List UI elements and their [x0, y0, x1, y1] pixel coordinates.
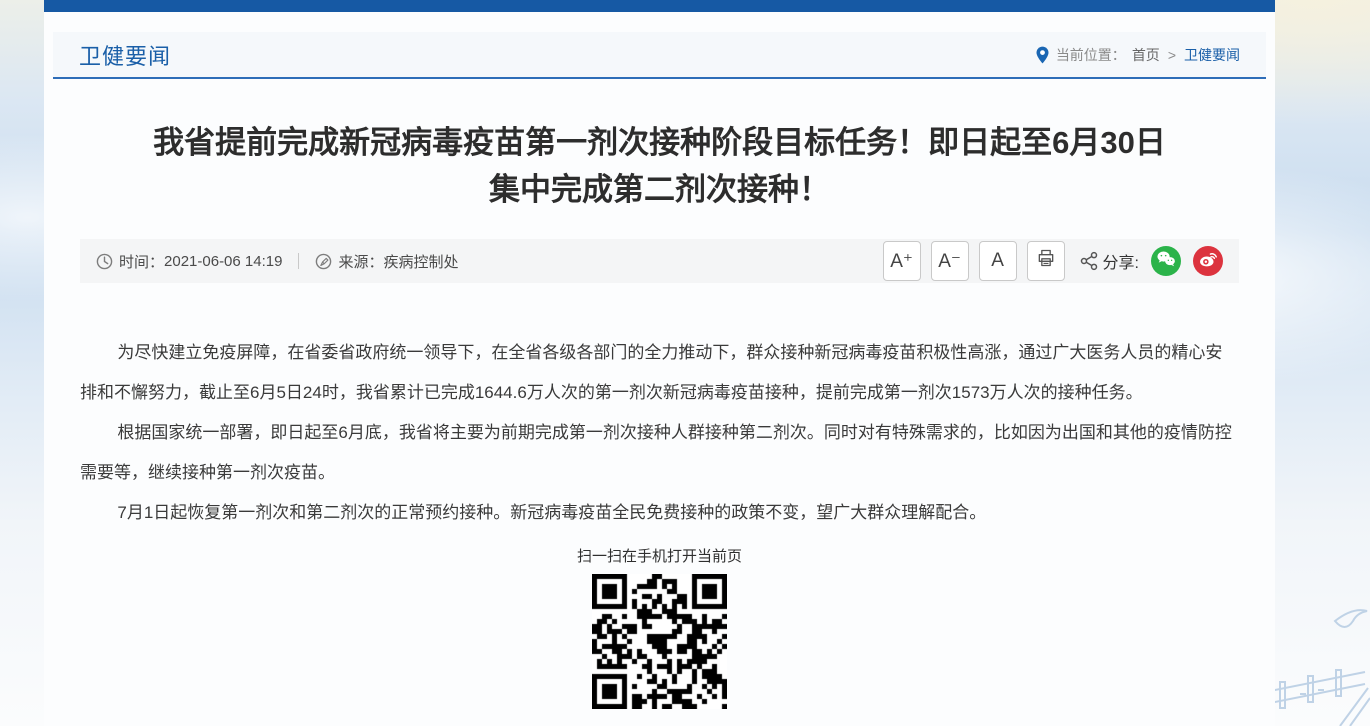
share-label: 分享: [1103, 249, 1139, 273]
article-meta-bar: 时间： 2021-06-06 14:19 来源： 疾病控制处 A⁺ A⁻ A [80, 239, 1239, 283]
font-decrease-button[interactable]: A⁻ [931, 241, 969, 281]
font-normal-button[interactable]: A [979, 241, 1017, 281]
time-label: 时间： [119, 251, 164, 272]
article: 我省提前完成新冠病毒疫苗第一剂次接种阶段目标任务！即日起至6月30日 集中完成第… [44, 119, 1275, 709]
source-pen-icon [315, 253, 332, 270]
qr-caption: 扫一扫在手机打开当前页 [80, 545, 1239, 566]
breadcrumb-home-link[interactable]: 首页 [1132, 45, 1160, 65]
section-header: 卫健要闻 当前位置： 首页 > 卫健要闻 [53, 32, 1266, 79]
content-shell: 卫健要闻 当前位置： 首页 > 卫健要闻 我省提前完成新冠病毒疫苗第一剂次接种阶… [44, 0, 1275, 726]
source-value: 疾病控制处 [383, 251, 458, 272]
article-title-line1: 我省提前完成新冠病毒疫苗第一剂次接种阶段目标任务！即日起至6月30日 [153, 125, 1166, 160]
wechat-icon [1155, 248, 1177, 275]
article-meta-info: 时间： 2021-06-06 14:19 来源： 疾病控制处 [96, 251, 458, 272]
qr-code [592, 574, 727, 709]
page: { "header": { "section_title": "卫健要闻", "… [0, 0, 1370, 726]
breadcrumb-separator: > [1168, 47, 1176, 63]
paragraph-1: 为尽快建立免疫屏障，在省委省政府统一领导下，在全省各级各部门的全力推动下，群众接… [80, 333, 1239, 413]
breadcrumb-current-link[interactable]: 卫健要闻 [1184, 45, 1240, 65]
share-wechat-button[interactable] [1151, 246, 1181, 276]
top-accent-bar [44, 0, 1275, 12]
clock-icon [96, 253, 113, 270]
weibo-icon [1197, 248, 1219, 275]
print-button[interactable] [1027, 241, 1065, 281]
source-label: 来源： [338, 251, 383, 272]
paragraph-2: 根据国家统一部署，即日起至6月底，我省将主要为前期完成第一剂次接种人群接种第二剂… [80, 413, 1239, 493]
time-value: 2021-06-06 14:19 [164, 253, 282, 270]
article-title: 我省提前完成新冠病毒疫苗第一剂次接种阶段目标任务！即日起至6月30日 集中完成第… [108, 119, 1211, 213]
printer-icon [1036, 248, 1056, 274]
article-toolbar: A⁺ A⁻ A [883, 241, 1223, 281]
breadcrumb-label: 当前位置： [1056, 45, 1126, 65]
section-title: 卫健要闻 [79, 39, 171, 71]
share-group: 分享: [1079, 249, 1139, 273]
article-title-line2: 集中完成第二剂次接种！ [489, 172, 830, 207]
font-increase-button[interactable]: A⁺ [883, 241, 921, 281]
breadcrumb: 当前位置： 首页 > 卫健要闻 [1035, 45, 1240, 65]
qr-section: 扫一扫在手机打开当前页 [80, 545, 1239, 709]
location-pin-icon [1035, 46, 1050, 64]
share-weibo-button[interactable] [1193, 246, 1223, 276]
article-body: 为尽快建立免疫屏障，在省委省政府统一领导下，在全省各级各部门的全力推动下，群众接… [80, 333, 1239, 533]
meta-divider [298, 253, 299, 269]
share-nodes-icon [1079, 251, 1099, 271]
paragraph-3: 7月1日起恢复第一剂次和第二剂次的正常预约接种。新冠病毒疫苗全民免费接种的政策不… [80, 493, 1239, 533]
